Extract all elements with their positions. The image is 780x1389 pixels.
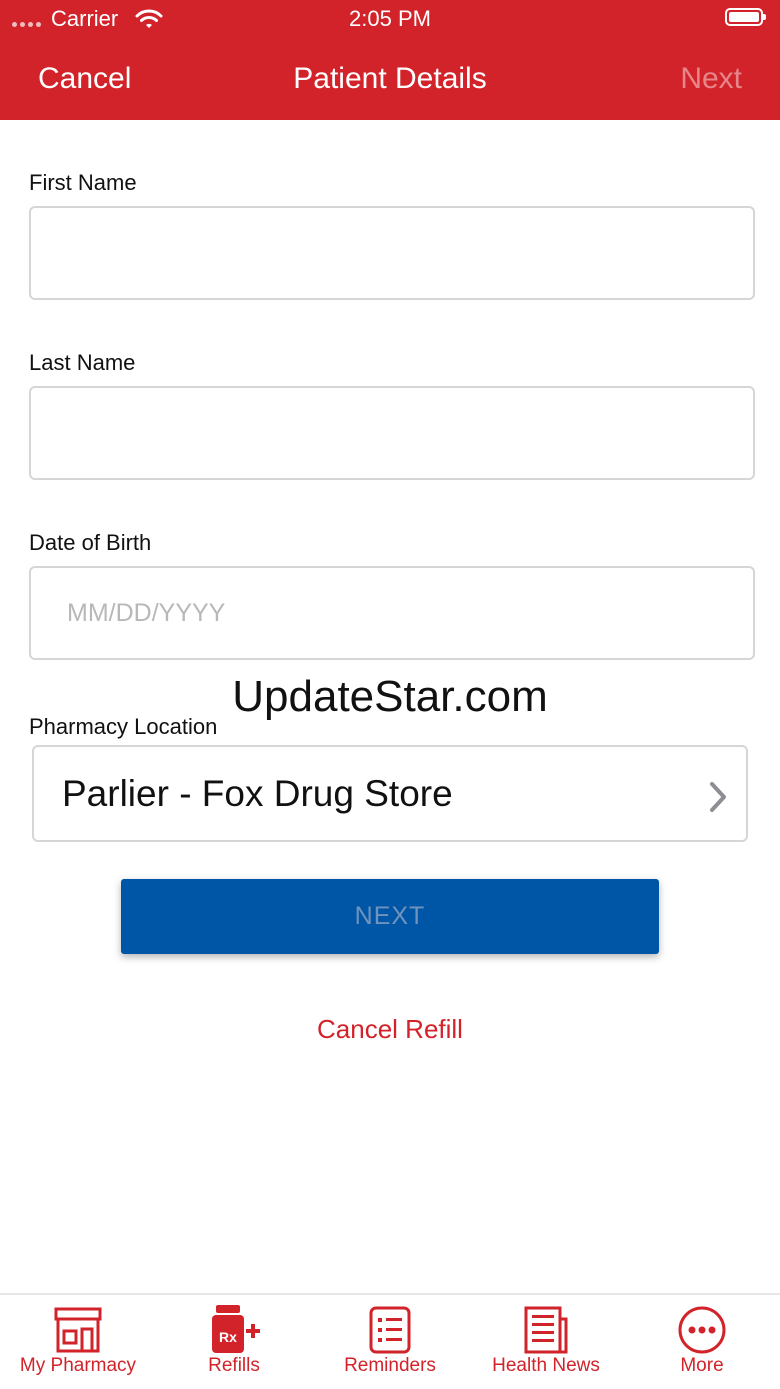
pharmacy-location-selector[interactable]: Parlier - Fox Drug Store <box>32 745 748 842</box>
nav-next-button[interactable]: Next <box>680 62 742 96</box>
first-name-field[interactable] <box>29 206 755 300</box>
dob-placeholder: MM/DD/YYYY <box>67 599 226 627</box>
nav-header: Carrier 2:05 PM Cancel Patient Details N… <box>0 0 780 120</box>
dob-field[interactable]: MM/DD/YYYY <box>29 566 755 660</box>
tab-reminders[interactable]: Reminders <box>312 1295 468 1389</box>
tab-label-reminders: Reminders <box>344 1355 436 1376</box>
tab-health-news[interactable]: Health News <box>468 1295 624 1389</box>
watermark-text: UpdateStar.com <box>232 672 548 721</box>
next-button[interactable]: NEXT <box>121 879 659 954</box>
tab-label-refills: Refills <box>208 1355 260 1376</box>
chevron-right-icon <box>708 781 728 818</box>
pharmacy-location-value: Parlier - Fox Drug Store <box>62 773 453 814</box>
page-title: Patient Details <box>293 62 487 95</box>
tab-my-pharmacy[interactable]: My Pharmacy <box>0 1295 156 1389</box>
tab-label-more: More <box>680 1355 724 1376</box>
svg-text:Rx: Rx <box>219 1329 237 1345</box>
status-bar: Carrier 2:05 PM <box>0 0 780 40</box>
tab-label-health-news: Health News <box>492 1355 600 1376</box>
tab-bar: My Pharmacy Rx Refills Reminders Health … <box>0 1293 780 1387</box>
status-time: 2:05 PM <box>349 6 431 31</box>
cancel-refill-link[interactable]: Cancel Refill <box>0 1014 780 1045</box>
battery-icon <box>725 8 766 26</box>
last-name-field[interactable] <box>29 386 755 480</box>
tab-more[interactable]: More <box>624 1295 780 1389</box>
first-name-label: First Name <box>29 170 137 195</box>
tab-label-my-pharmacy: My Pharmacy <box>19 1355 137 1376</box>
tab-refills[interactable]: Rx Refills <box>156 1295 312 1389</box>
last-name-label: Last Name <box>29 350 136 375</box>
dob-label: Date of Birth <box>29 530 152 555</box>
